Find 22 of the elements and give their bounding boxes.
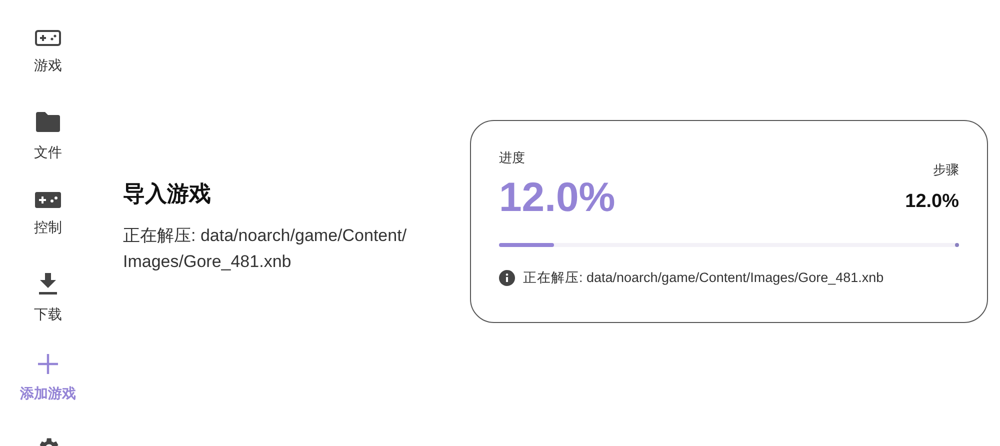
sidebar-item[interactable]: 文件 (34, 111, 62, 170)
download-icon (38, 273, 58, 295)
sidebar-label: 控制 (34, 218, 62, 236)
sidebar-item[interactable]: 控制 (34, 192, 62, 251)
sidebar-item[interactable]: 游戏 (34, 30, 62, 89)
sidebar-label: 下载 (34, 305, 62, 323)
step-label: 步骤 (933, 160, 959, 178)
add-icon (38, 354, 58, 374)
sidebar-label: 添加游戏 (20, 384, 76, 402)
progress-label: 进度 (499, 148, 525, 166)
step-value: 12.0% (905, 190, 959, 212)
info-icon (499, 270, 515, 286)
sidebar-label: 游戏 (34, 56, 62, 74)
sidebar-item[interactable]: 下载 (34, 273, 62, 332)
status-message: 正在解压: data/noarch/game/Content/Images/Gore_481.xnb (523, 268, 884, 286)
folder-icon (35, 111, 61, 133)
page-title: 导入游戏 (123, 180, 212, 208)
status-text: 正在解压: data/noarch/game/Content/Images/Gore_481.xnb (123, 225, 408, 273)
sidebar-label: 文件 (34, 143, 62, 161)
gamepad-icon (35, 30, 61, 46)
progress-value: 12.0% (499, 172, 616, 220)
gamepad-icon (35, 192, 61, 208)
